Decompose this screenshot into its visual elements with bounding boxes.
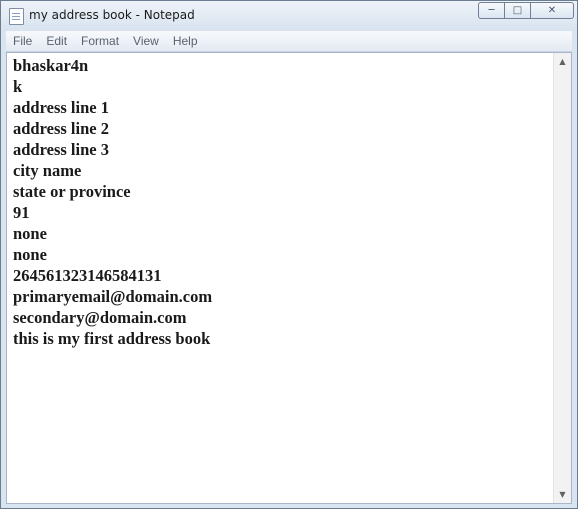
text-line: state or province bbox=[13, 182, 131, 201]
text-line: address line 1 bbox=[13, 98, 109, 117]
text-line: none bbox=[13, 245, 47, 264]
menu-format[interactable]: Format bbox=[74, 34, 126, 48]
caption-buttons: ─ □ ✕ bbox=[478, 2, 574, 20]
text-line: city name bbox=[13, 161, 82, 180]
text-line: address line 3 bbox=[13, 140, 109, 159]
scroll-down-icon[interactable]: ▼ bbox=[554, 486, 571, 503]
scroll-up-icon[interactable]: ▲ bbox=[554, 53, 571, 70]
notepad-icon[interactable] bbox=[9, 8, 24, 25]
text-line: 91 bbox=[13, 203, 30, 222]
text-line: none bbox=[13, 224, 47, 243]
text-area[interactable]: bhaskar4n k address line 1 address line … bbox=[7, 53, 556, 503]
text-line: primaryemail@domain.com bbox=[13, 287, 213, 306]
vertical-scrollbar[interactable]: ▲ ▼ bbox=[553, 53, 571, 503]
text-line: bhaskar4n bbox=[13, 56, 89, 75]
close-button[interactable]: ✕ bbox=[530, 2, 574, 19]
text-line: k bbox=[13, 77, 23, 96]
menu-help[interactable]: Help bbox=[166, 34, 205, 48]
menu-edit[interactable]: Edit bbox=[39, 34, 74, 48]
text-line: 264561323146584131 bbox=[13, 266, 162, 285]
maximize-button[interactable]: □ bbox=[504, 2, 530, 19]
text-line: this is my first address book bbox=[13, 329, 211, 348]
window-title: my address book - Notepad bbox=[29, 8, 195, 22]
minimize-button[interactable]: ─ bbox=[478, 2, 504, 19]
menu-file[interactable]: File bbox=[6, 34, 39, 48]
text-line: secondary@domain.com bbox=[13, 308, 187, 327]
text-line: address line 2 bbox=[13, 119, 109, 138]
notepad-window: my address book - Notepad ─ □ ✕ File Edi… bbox=[0, 0, 578, 509]
menu-bar: File Edit Format View Help bbox=[6, 31, 572, 52]
title-bar[interactable]: my address book - Notepad ─ □ ✕ bbox=[1, 1, 577, 31]
menu-view[interactable]: View bbox=[126, 34, 166, 48]
editor: bhaskar4n k address line 1 address line … bbox=[6, 52, 572, 504]
